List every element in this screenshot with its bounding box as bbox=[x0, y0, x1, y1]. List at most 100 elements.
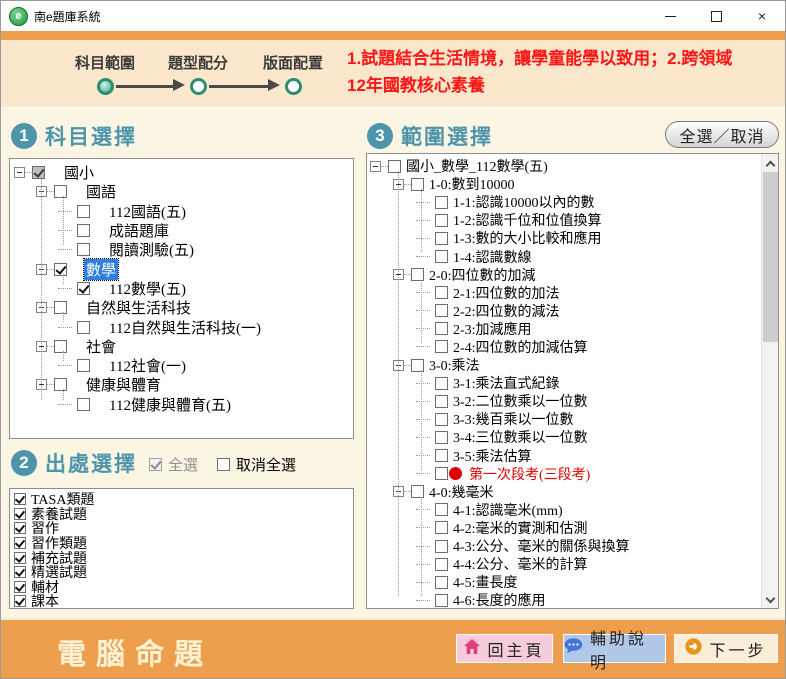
checkbox[interactable] bbox=[14, 595, 26, 607]
tree-node-label[interactable]: 數學 bbox=[84, 259, 118, 280]
tree-node-label[interactable]: 第一次段考(三段考) bbox=[467, 464, 592, 484]
expander-icon[interactable] bbox=[370, 161, 381, 172]
tree-node-label[interactable]: 3-4:三位數乘以一位數 bbox=[451, 427, 590, 447]
checkbox[interactable] bbox=[54, 378, 67, 391]
tree-node-label[interactable]: 3-1:乘法直式紀錄 bbox=[451, 373, 562, 393]
checkbox[interactable] bbox=[435, 413, 448, 426]
tree-node-label[interactable]: 國語 bbox=[84, 181, 118, 202]
expander-icon[interactable] bbox=[14, 167, 25, 178]
maximize-button[interactable] bbox=[693, 1, 739, 31]
checkbox[interactable] bbox=[435, 340, 448, 353]
scrollbar-thumb[interactable] bbox=[763, 172, 778, 342]
tree-node-label[interactable]: 國小_數學_112數學(五) bbox=[404, 156, 550, 176]
tree-node-label[interactable]: 112數學(五) bbox=[107, 278, 188, 299]
checkbox[interactable] bbox=[77, 282, 90, 295]
tree-node-label[interactable]: 國小 bbox=[62, 162, 96, 183]
step-circle[interactable] bbox=[285, 78, 302, 95]
tree-node-label[interactable]: 1-2:認識千位和位值換算 bbox=[451, 210, 604, 230]
checkbox[interactable] bbox=[435, 576, 448, 589]
scrollbar[interactable] bbox=[761, 154, 778, 608]
list-item[interactable]: 素養試題 bbox=[14, 507, 353, 522]
tree-node-label[interactable]: 自然與生活科技 bbox=[84, 297, 193, 318]
tree-node-label[interactable]: 4-1:認識毫米(mm) bbox=[451, 500, 565, 520]
checkbox[interactable] bbox=[14, 508, 26, 520]
tree-node-label[interactable]: 成語題庫 bbox=[107, 220, 171, 241]
checkbox[interactable] bbox=[77, 205, 90, 218]
checkbox[interactable] bbox=[435, 232, 448, 245]
tree-node-label[interactable]: 4-0:幾毫米 bbox=[427, 482, 496, 502]
checkbox[interactable] bbox=[77, 224, 90, 237]
checkbox[interactable] bbox=[411, 268, 424, 281]
tree-node-label[interactable]: 2-1:四位數的加法 bbox=[451, 283, 562, 303]
tree-node-label[interactable]: 112自然與生活科技(一) bbox=[107, 317, 263, 338]
tree-node-label[interactable]: 3-3:幾百乘以一位數 bbox=[451, 409, 576, 429]
checkbox[interactable] bbox=[54, 301, 67, 314]
deselect-all-checkbox[interactable] bbox=[217, 458, 230, 471]
checkbox[interactable] bbox=[77, 398, 90, 411]
list-item[interactable]: 課本 bbox=[14, 594, 353, 609]
checkbox[interactable] bbox=[77, 359, 90, 372]
tree-node-label[interactable]: 3-0:乘法 bbox=[427, 355, 482, 375]
help-button[interactable]: 輔助說明 bbox=[563, 634, 666, 663]
tree-node-label[interactable]: 112健康與體育(五) bbox=[107, 394, 233, 415]
step-circle[interactable] bbox=[97, 78, 114, 95]
checkbox[interactable] bbox=[411, 359, 424, 372]
tree-node-label[interactable]: 4-4:公分、毫米的計算 bbox=[451, 554, 590, 574]
tree-node-label[interactable]: 閱讀測驗(五) bbox=[107, 239, 196, 260]
tree-node-label[interactable]: 2-3:加減應用 bbox=[451, 319, 534, 339]
select-toggle-button[interactable]: 全選／取消 bbox=[665, 121, 779, 148]
checkbox[interactable] bbox=[411, 485, 424, 498]
tree-node-label[interactable]: 4-6:長度的應用 bbox=[451, 590, 548, 609]
tree-node-label[interactable]: 社會 bbox=[84, 336, 118, 357]
checkbox[interactable] bbox=[435, 196, 448, 209]
home-button[interactable]: 回主頁 bbox=[456, 634, 553, 663]
tree-node-label[interactable]: 2-0:四位數的加減 bbox=[427, 265, 538, 285]
tree-node-label[interactable]: 4-5:畫長度 bbox=[451, 572, 520, 592]
tree-node-label[interactable]: 112社會(一) bbox=[107, 355, 188, 376]
checkbox[interactable] bbox=[14, 552, 26, 564]
checkbox[interactable] bbox=[54, 263, 67, 276]
checkbox[interactable] bbox=[435, 467, 448, 480]
checkbox[interactable] bbox=[435, 214, 448, 227]
checkbox[interactable] bbox=[54, 185, 67, 198]
tree-node-label[interactable]: 4-2:毫米的實測和估測 bbox=[451, 518, 590, 538]
checkbox[interactable] bbox=[411, 178, 424, 191]
checkbox[interactable] bbox=[435, 558, 448, 571]
tree-node-label[interactable]: 3-5:乘法估算 bbox=[451, 446, 534, 466]
checkbox[interactable] bbox=[435, 540, 448, 553]
checkbox[interactable] bbox=[435, 250, 448, 263]
checkbox[interactable] bbox=[32, 166, 45, 179]
checkbox[interactable] bbox=[435, 449, 448, 462]
checkbox[interactable] bbox=[435, 521, 448, 534]
checkbox[interactable] bbox=[77, 243, 90, 256]
checkbox[interactable] bbox=[435, 304, 448, 317]
tree-node-label[interactable]: 1-4:認識數線 bbox=[451, 247, 534, 267]
checkbox[interactable] bbox=[14, 566, 26, 578]
select-all-option[interactable]: 全選 bbox=[149, 454, 198, 475]
close-button[interactable]: × bbox=[739, 1, 785, 31]
tree-node-label[interactable]: 1-3:數的大小比較和應用 bbox=[451, 228, 604, 248]
tree-node-label[interactable]: 2-4:四位數的加減估算 bbox=[451, 337, 590, 357]
scroll-down-icon[interactable] bbox=[766, 595, 774, 603]
checkbox[interactable] bbox=[388, 160, 401, 173]
scroll-up-icon[interactable] bbox=[766, 159, 774, 167]
checkbox[interactable] bbox=[14, 522, 26, 534]
checkbox[interactable] bbox=[435, 322, 448, 335]
checkbox[interactable] bbox=[435, 503, 448, 516]
checkbox[interactable] bbox=[54, 340, 67, 353]
checkbox[interactable] bbox=[435, 431, 448, 444]
checkbox[interactable] bbox=[435, 286, 448, 299]
checkbox[interactable] bbox=[435, 395, 448, 408]
checkbox[interactable] bbox=[14, 581, 26, 593]
checkbox[interactable] bbox=[14, 493, 26, 505]
step-circle[interactable] bbox=[190, 78, 207, 95]
checkbox[interactable] bbox=[435, 594, 448, 607]
tree-node-label[interactable]: 1-1:認識10000以內的數 bbox=[451, 192, 597, 212]
tree-node-label[interactable]: 112國語(五) bbox=[107, 201, 188, 222]
select-all-checkbox[interactable] bbox=[149, 458, 162, 471]
deselect-all-option[interactable]: 取消全選 bbox=[217, 454, 296, 475]
tree-node-label[interactable]: 4-3:公分、毫米的關係與換算 bbox=[451, 536, 632, 556]
list-item[interactable]: 精選試題 bbox=[14, 565, 353, 580]
tree-node-label[interactable]: 2-2:四位數的減法 bbox=[451, 301, 562, 321]
checkbox[interactable] bbox=[77, 321, 90, 334]
